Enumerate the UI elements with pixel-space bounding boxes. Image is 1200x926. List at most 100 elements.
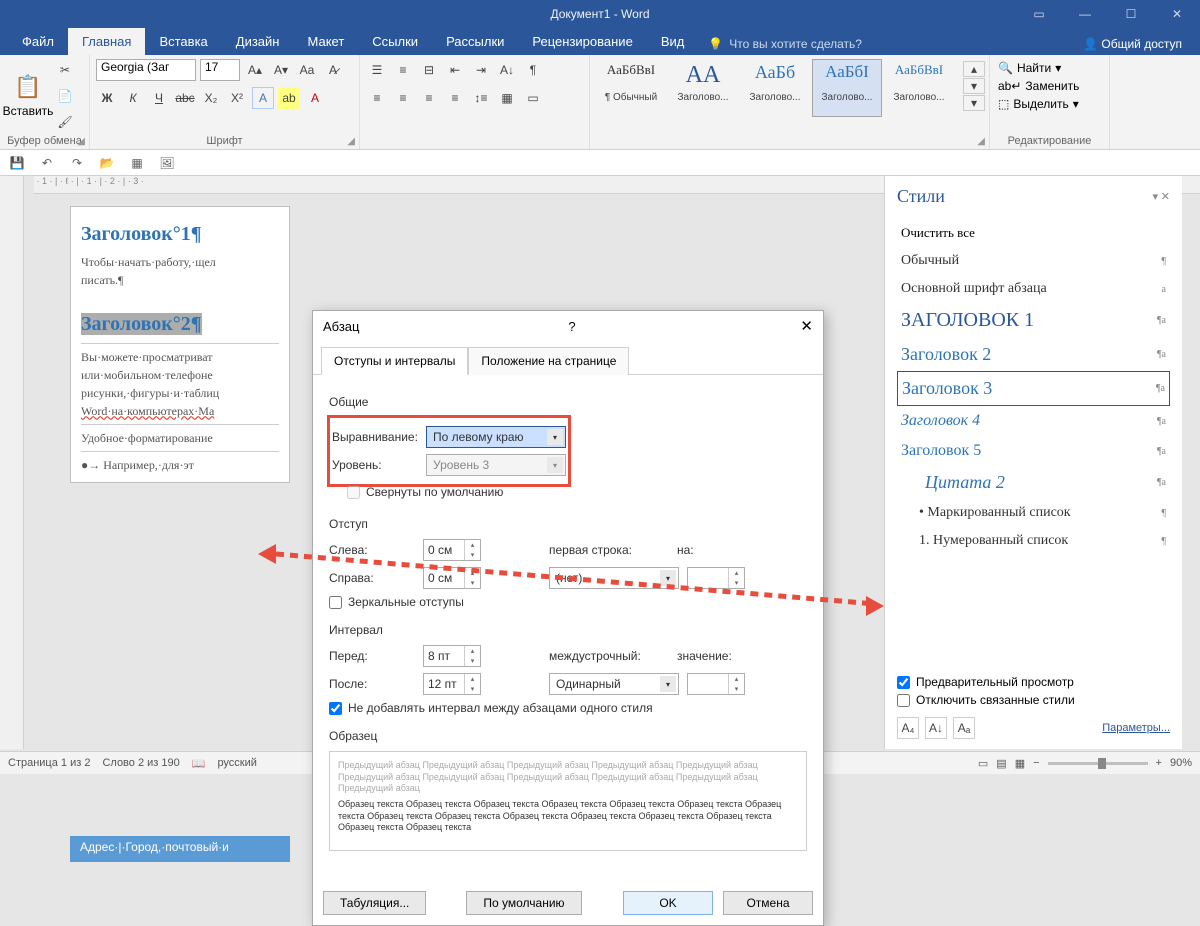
style-list-item[interactable]: Заголовок 4¶a: [897, 406, 1170, 436]
style-params-link[interactable]: Параметры...: [1102, 722, 1170, 734]
tab-view[interactable]: Вид: [647, 28, 699, 55]
tell-me-box[interactable]: 💡Что вы хотите сделать?: [698, 33, 872, 55]
align-left-icon[interactable]: ≡: [366, 87, 388, 109]
table-icon[interactable]: ▦: [126, 152, 148, 174]
word-counter[interactable]: Слово 2 из 190: [102, 757, 179, 769]
view-print-icon[interactable]: ▤: [996, 757, 1006, 770]
tab-mailings[interactable]: Рассылки: [432, 28, 518, 55]
increase-indent-icon[interactable]: ⇥: [470, 59, 492, 81]
dialog-tab-indents[interactable]: Отступы и интервалы: [321, 347, 468, 375]
pane-options-icon[interactable]: ▾ ✕: [1153, 190, 1171, 203]
cancel-button[interactable]: Отмена: [723, 891, 813, 915]
format-painter-icon[interactable]: 🖌: [54, 111, 76, 133]
font-color-icon[interactable]: A: [304, 87, 326, 109]
align-right-icon[interactable]: ≡: [418, 87, 440, 109]
tab-home[interactable]: Главная: [68, 28, 145, 55]
style-gallery-item[interactable]: АаБбВвI¶ Обычный: [596, 59, 666, 117]
help-icon[interactable]: ?: [568, 319, 575, 334]
multilevel-icon[interactable]: ⊟: [418, 59, 440, 81]
style-list-item[interactable]: Заголовок 3¶a: [897, 371, 1170, 406]
spellcheck-icon[interactable]: 📖: [192, 757, 206, 770]
level-combo[interactable]: Уровень 3▾: [426, 454, 566, 476]
style-more-icon[interactable]: ▾: [963, 95, 985, 111]
bold-button[interactable]: Ж: [96, 87, 118, 109]
strike-button[interactable]: abc: [174, 87, 196, 109]
line-spacing-icon[interactable]: ↕≡: [470, 87, 492, 109]
tab-layout[interactable]: Макет: [293, 28, 358, 55]
font-size-select[interactable]: 17: [200, 59, 240, 81]
style-list-item[interactable]: • Маркированный список¶: [897, 499, 1170, 527]
first-line-by-spinner[interactable]: ▴▾: [687, 567, 745, 589]
first-line-combo[interactable]: (нет)▾: [549, 567, 679, 589]
styles-launcher-icon[interactable]: ◢: [977, 136, 985, 147]
shading-icon[interactable]: ▦: [496, 87, 518, 109]
tab-review[interactable]: Рецензирование: [518, 28, 646, 55]
style-list-item[interactable]: Цитата 2¶a: [897, 466, 1170, 499]
view-read-icon[interactable]: ▭: [978, 757, 988, 770]
dialog-tab-position[interactable]: Положение на странице: [468, 347, 629, 375]
style-gallery-item[interactable]: ААЗаголово...: [668, 59, 738, 117]
preview-checkbox[interactable]: [897, 676, 910, 689]
subscript-icon[interactable]: X₂: [200, 87, 222, 109]
bullets-icon[interactable]: ☰: [366, 59, 388, 81]
default-button[interactable]: По умолчанию: [466, 891, 581, 915]
view-web-icon[interactable]: ▦: [1015, 757, 1025, 770]
clipboard-launcher-icon[interactable]: ◢: [77, 136, 85, 147]
save-icon[interactable]: 💾: [6, 152, 28, 174]
new-style-icon[interactable]: A₄: [897, 717, 919, 739]
highlight-icon[interactable]: ab: [278, 87, 300, 109]
page-content[interactable]: Заголовок°1¶ Чтобы·начать·работу,·щел пи…: [70, 206, 290, 483]
alignment-combo[interactable]: По левому краю▾: [426, 426, 566, 448]
find-button[interactable]: 🔍 Найти ▾: [998, 59, 1101, 77]
zoom-out-icon[interactable]: −: [1033, 757, 1039, 769]
line-value-spinner[interactable]: ▴▾: [687, 673, 745, 695]
dialog-close-icon[interactable]: ✕: [800, 317, 813, 335]
font-family-select[interactable]: Georgia (Заг: [96, 59, 196, 81]
minimize-icon[interactable]: —: [1062, 0, 1108, 28]
picture-icon[interactable]: 🖼: [156, 152, 178, 174]
borders-icon[interactable]: ▭: [522, 87, 544, 109]
style-up-icon[interactable]: ▴: [963, 61, 985, 77]
style-list-item[interactable]: Заголовок 5¶a: [897, 436, 1170, 466]
numbering-icon[interactable]: ≡: [392, 59, 414, 81]
redo-icon[interactable]: ↷: [66, 152, 88, 174]
clear-format-icon[interactable]: A̷: [322, 59, 344, 81]
tab-design[interactable]: Дизайн: [222, 28, 294, 55]
page-counter[interactable]: Страница 1 из 2: [8, 757, 90, 769]
indent-left-spinner[interactable]: 0 см▴▾: [423, 539, 481, 561]
share-button[interactable]: 👤 Общий доступ: [1073, 33, 1192, 55]
indent-right-spinner[interactable]: 0 см▴▾: [423, 567, 481, 589]
before-spinner[interactable]: 8 пт▴▾: [423, 645, 481, 667]
disable-linked-checkbox[interactable]: [897, 694, 910, 707]
mirror-checkbox[interactable]: [329, 596, 342, 609]
decrease-indent-icon[interactable]: ⇤: [444, 59, 466, 81]
justify-icon[interactable]: ≡: [444, 87, 466, 109]
change-case-icon[interactable]: Aa: [296, 59, 318, 81]
style-list-item[interactable]: Обычный¶: [897, 247, 1170, 275]
grow-font-icon[interactable]: A▴: [244, 59, 266, 81]
ribbon-options-icon[interactable]: ▭: [1016, 0, 1062, 28]
line-spacing-combo[interactable]: Одинарный▾: [549, 673, 679, 695]
style-list-item[interactable]: ЗАГОЛОВОК 1¶a: [897, 303, 1170, 338]
tab-file[interactable]: Файл: [8, 28, 68, 55]
manage-styles-icon[interactable]: Aₐ: [953, 717, 975, 739]
style-list-item[interactable]: Заголовок 2¶a: [897, 338, 1170, 371]
close-icon[interactable]: ✕: [1154, 0, 1200, 28]
style-gallery-item[interactable]: АаБбЗаголово...: [740, 59, 810, 117]
cut-icon[interactable]: ✂: [54, 59, 76, 81]
nosame-checkbox[interactable]: [329, 702, 342, 715]
style-inspector-icon[interactable]: A↓: [925, 717, 947, 739]
style-gallery-item[interactable]: АаБбВвIЗаголово...: [884, 59, 954, 117]
after-spinner[interactable]: 12 пт▴▾: [423, 673, 481, 695]
tabs-button[interactable]: Табуляция...: [323, 891, 426, 915]
zoom-slider[interactable]: [1048, 762, 1148, 765]
open-icon[interactable]: 📂: [96, 152, 118, 174]
font-launcher-icon[interactable]: ◢: [347, 136, 355, 147]
style-down-icon[interactable]: ▾: [963, 78, 985, 94]
maximize-icon[interactable]: ☐: [1108, 0, 1154, 28]
replace-button[interactable]: ab↵ Заменить: [998, 77, 1101, 95]
superscript-icon[interactable]: X²: [226, 87, 248, 109]
text-effects-icon[interactable]: A: [252, 87, 274, 109]
align-center-icon[interactable]: ≡: [392, 87, 414, 109]
shrink-font-icon[interactable]: A▾: [270, 59, 292, 81]
